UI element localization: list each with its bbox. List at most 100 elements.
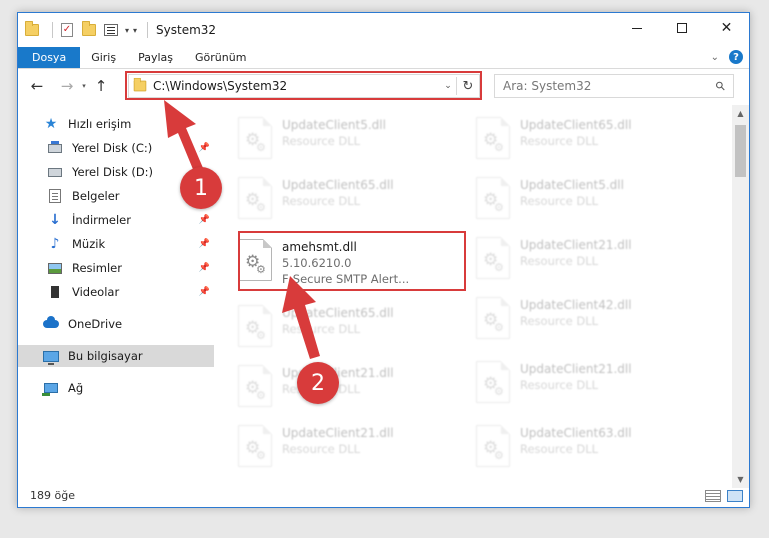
toolbar-separator: [52, 22, 53, 38]
tab-share[interactable]: Paylaş: [127, 47, 184, 68]
file-name: UpdateClient21.dll: [282, 426, 394, 440]
dll-file-icon: ⚙ ⚙: [476, 177, 510, 219]
explorer-window: ✓ ▾ ▾ System32 ✕ Dosya Giriş Paylaş Görü…: [17, 12, 750, 508]
search-input[interactable]: Ara: System32 ⚲: [494, 74, 734, 98]
search-placeholder: Ara: System32: [503, 79, 592, 93]
network-icon: [42, 380, 60, 396]
maximize-button[interactable]: [659, 13, 704, 43]
sidebar-item-pictures[interactable]: Resimler 📌: [18, 257, 214, 279]
step-badge-2: 2: [297, 362, 339, 404]
sidebar-item-label: OneDrive: [68, 317, 123, 331]
scroll-up-icon[interactable]: ▲: [732, 105, 749, 122]
sidebar-item-downloads[interactable]: ↓ İndirmeler 📌: [18, 209, 214, 231]
back-arrow-icon[interactable]: ←: [26, 75, 48, 97]
forward-arrow-icon[interactable]: →: [56, 75, 78, 97]
folder-icon[interactable]: [24, 21, 40, 38]
sidebar-item-label: Ağ: [68, 381, 84, 395]
recent-locations-icon[interactable]: ▾: [78, 82, 90, 90]
customize-toolbar-icon[interactable]: ▾: [133, 26, 137, 35]
file-tile[interactable]: ⚙ ⚙ UpdateClient5.dll Resource DLL: [462, 173, 688, 225]
file-tile[interactable]: ⚙ ⚙ UpdateClient65.dll Resource DLL: [224, 173, 450, 225]
file-name: UpdateClient21.dll: [520, 362, 632, 376]
ribbon-tabs: Dosya Giriş Paylaş Görünüm ⌄ ?: [18, 47, 749, 69]
file-name: UpdateClient21.dll: [520, 238, 632, 252]
pin-icon[interactable]: 📌: [199, 143, 210, 153]
dropdown-icon[interactable]: ▾: [125, 26, 129, 35]
music-icon: ♪: [50, 236, 60, 252]
properties-icon[interactable]: [103, 22, 119, 38]
dll-file-icon: ⚙ ⚙: [238, 177, 272, 219]
file-name: UpdateClient5.dll: [520, 178, 624, 192]
sidebar-item-label: Müzik: [72, 237, 106, 251]
sidebar-item-music[interactable]: ♪ Müzik 📌: [18, 233, 214, 255]
file-type: Resource DLL: [282, 442, 361, 456]
sidebar-item-onedrive[interactable]: OneDrive: [18, 313, 214, 335]
file-tile[interactable]: ⚙ ⚙ UpdateClient65.dll Resource DLL: [224, 301, 450, 353]
help-icon[interactable]: ?: [729, 50, 743, 64]
sidebar-item-this-pc[interactable]: Bu bilgisayar: [18, 345, 214, 367]
sidebar-item-label: Resimler: [72, 261, 122, 275]
dll-file-icon: ⚙ ⚙: [476, 361, 510, 403]
refresh-icon[interactable]: ↻: [457, 79, 479, 94]
dll-file-icon: ⚙ ⚙: [238, 365, 272, 407]
file-tile[interactable]: ⚙ ⚙ UpdateClient65.dll Resource DLL: [462, 113, 688, 165]
videos-icon: [46, 284, 64, 300]
file-tile[interactable]: ⚙ ⚙ UpdateClient5.dll Resource DLL: [224, 113, 450, 165]
sidebar-item-network[interactable]: Ağ: [18, 377, 214, 399]
vertical-scrollbar[interactable]: ▲ ▼: [732, 105, 749, 488]
ribbon-right-controls: ⌄ ?: [711, 50, 743, 64]
new-folder-icon[interactable]: [81, 21, 97, 38]
pin-icon[interactable]: 📌: [199, 287, 210, 297]
dll-file-icon: ⚙ ⚙: [476, 425, 510, 467]
pin-icon[interactable]: 📌: [199, 263, 210, 273]
step-badge-1: 1: [180, 167, 222, 209]
file-type: Resource DLL: [520, 134, 599, 148]
file-type: Resource DLL: [520, 254, 599, 268]
folder-icon: [133, 77, 147, 92]
window-title: System32: [156, 23, 217, 37]
file-tile-amehsmt[interactable]: ⚙ ⚙ amehsmt.dll 5.10.6210.0 F-Secure SMTP…: [224, 235, 450, 287]
address-dropdown-icon[interactable]: ⌄: [440, 81, 456, 91]
file-tile[interactable]: ⚙ ⚙ UpdateClient63.dll Resource DLL: [462, 421, 688, 473]
sidebar-item-quick-access[interactable]: ★ Hızlı erişim: [18, 113, 214, 135]
download-icon: ↓: [49, 212, 61, 228]
file-name: UpdateClient65.dll: [282, 306, 394, 320]
minimize-button[interactable]: [614, 13, 659, 43]
pin-icon[interactable]: 📌: [199, 215, 210, 225]
up-arrow-icon[interactable]: ↑: [90, 75, 112, 97]
file-type: Resource DLL: [520, 442, 599, 456]
close-button[interactable]: ✕: [704, 13, 749, 43]
file-tile[interactable]: ⚙⚙ UpdateClient21.dll Resource DLL: [462, 357, 688, 409]
properties-check-icon[interactable]: ✓: [59, 22, 75, 38]
pictures-icon: [46, 260, 64, 276]
sidebar-item-label: Hızlı erişim: [68, 117, 132, 131]
address-text[interactable]: C:\Windows\System32: [153, 79, 440, 93]
file-tile[interactable]: ⚙ ⚙ UpdateClient42.dll Resource DLL: [462, 293, 688, 345]
file-name: UpdateClient5.dll: [282, 118, 386, 132]
sidebar-item-label: Yerel Disk (C:): [72, 141, 153, 155]
file-tile[interactable]: ⚙⚙ UpdateClient21.dll Resource DLL: [462, 233, 688, 285]
file-type: Resource DLL: [520, 378, 599, 392]
tab-file[interactable]: Dosya: [18, 47, 81, 68]
dll-file-icon: ⚙ ⚙: [238, 239, 272, 281]
pin-icon[interactable]: 📌: [199, 239, 210, 249]
dll-file-icon: ⚙ ⚙: [238, 425, 272, 467]
file-description: F-Secure SMTP Alert...: [282, 272, 410, 286]
details-view-icon[interactable]: [705, 490, 721, 502]
scroll-thumb[interactable]: [735, 125, 746, 177]
sidebar-item-label: İndirmeler: [72, 213, 131, 227]
expand-ribbon-icon[interactable]: ⌄: [711, 52, 719, 63]
address-bar[interactable]: C:\Windows\System32 ⌄ ↻: [128, 74, 480, 98]
title-bar: ✓ ▾ ▾ System32 ✕: [18, 13, 749, 47]
sidebar-item-local-disk-c[interactable]: Yerel Disk (C:) 📌: [18, 137, 214, 159]
tab-view[interactable]: Görünüm: [184, 47, 257, 68]
close-icon: ✕: [720, 20, 733, 36]
file-tile[interactable]: ⚙⚙ UpdateClient21.dll Resource DLL: [224, 421, 450, 473]
search-icon[interactable]: ⚲: [713, 78, 729, 94]
dll-file-icon: ⚙ ⚙: [238, 117, 272, 159]
sidebar-item-videos[interactable]: Videolar 📌: [18, 281, 214, 303]
large-icons-view-icon[interactable]: [727, 490, 743, 502]
file-type: Resource DLL: [282, 322, 361, 336]
sidebar-item-label: Bu bilgisayar: [68, 349, 143, 363]
tab-home[interactable]: Giriş: [80, 47, 127, 68]
